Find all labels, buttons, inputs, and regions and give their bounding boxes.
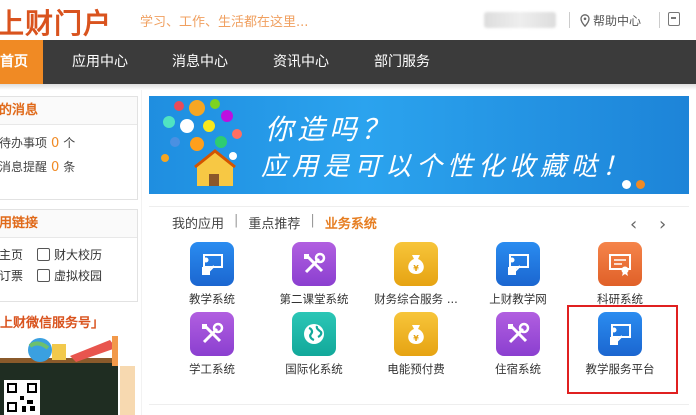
- wechat-title: 上财微信服务号」: [0, 316, 105, 331]
- nav-department-services[interactable]: 部门服务: [374, 40, 430, 84]
- link-tickets-label: 订票: [0, 269, 24, 283]
- tab-my-apps[interactable]: 我的应用: [172, 213, 224, 232]
- link-virtual-campus[interactable]: 虚拟校园: [37, 267, 127, 284]
- bottom-divider: [149, 404, 689, 405]
- link-home-label: 主页: [0, 248, 24, 262]
- calendar-icon: [37, 248, 50, 261]
- highlight-box: [567, 305, 678, 394]
- todo-count[interactable]: 0: [51, 136, 59, 151]
- teacher-board-icon[interactable]: [190, 242, 234, 286]
- my-messages-panel: 的消息 待办事项 0 个 消息提醒 0 条: [0, 96, 138, 200]
- app-label[interactable]: 上财教学网: [468, 291, 568, 307]
- app-tile[interactable]: 教学系统: [162, 242, 262, 307]
- promo-banner[interactable]: 你造吗？ 应用是可以个性化收藏哒！: [149, 96, 689, 194]
- app-tile[interactable]: 上财教学网: [468, 242, 568, 307]
- app-cluster-icon: [161, 99, 242, 186]
- column-divider: [141, 90, 142, 415]
- links-title: 用链接: [0, 210, 137, 238]
- document-icon[interactable]: [668, 12, 680, 26]
- location-pin-icon: [580, 14, 590, 27]
- header-divider: [569, 12, 570, 28]
- tools-icon[interactable]: [292, 242, 336, 286]
- chevron-right-icon[interactable]: ›: [659, 214, 666, 235]
- svg-text:¥: ¥: [413, 334, 419, 343]
- main-nav: 首页 应用中心 消息中心 资讯中心 部门服务: [0, 40, 696, 84]
- portal-logo[interactable]: 上财门户: [0, 2, 112, 42]
- nav-shadow: [0, 84, 696, 90]
- todo-label: 待办事项: [0, 136, 48, 150]
- tab-separator: |: [310, 213, 315, 228]
- app-tile[interactable]: 国际化系统: [264, 312, 364, 377]
- help-center-label: 帮助中心: [593, 14, 642, 28]
- help-center-link[interactable]: 帮助中心: [580, 12, 641, 29]
- app-tile[interactable]: 科研系统: [570, 242, 670, 307]
- globe-icon[interactable]: [292, 312, 336, 356]
- money-bag-icon[interactable]: ¥: [394, 312, 438, 356]
- app-label[interactable]: 教学系统: [162, 291, 262, 307]
- app-label[interactable]: 电能预付费: [366, 361, 466, 377]
- banner-headline: 你造吗？: [265, 113, 394, 146]
- tabs-divider: [149, 206, 689, 207]
- nav-news-center[interactable]: 资讯中心: [273, 40, 329, 84]
- tools-icon[interactable]: [496, 312, 540, 356]
- svg-text:¥: ¥: [413, 264, 419, 273]
- slogan: 学习、工作、生活都在这里...: [140, 15, 309, 30]
- money-bag-icon[interactable]: ¥: [394, 242, 438, 286]
- nav-message-center[interactable]: 消息中心: [172, 40, 228, 84]
- header-divider: [659, 12, 660, 28]
- todo-unit: 个: [63, 136, 76, 150]
- app-label[interactable]: 住宿系统: [468, 361, 568, 377]
- app-label[interactable]: 学工系统: [162, 361, 262, 377]
- link-calendar-label: 财大校历: [54, 248, 103, 262]
- app-tile[interactable]: 学工系统: [162, 312, 262, 377]
- common-links-panel: 用链接 主页 财大校历 订票 虚拟校园: [0, 209, 138, 302]
- user-name-blurred[interactable]: [484, 12, 556, 28]
- link-tickets[interactable]: 订票: [0, 267, 37, 284]
- reminder-label: 消息提醒: [0, 160, 48, 174]
- app-tabs: 我的应用 | 重点推荐 | 业务系统: [172, 213, 377, 232]
- nav-app-center[interactable]: 应用中心: [72, 40, 128, 84]
- tab-business-systems[interactable]: 业务系统: [325, 213, 377, 232]
- messages-title: 的消息: [0, 97, 137, 125]
- tools-icon[interactable]: [190, 312, 234, 356]
- app-label[interactable]: 财务综合服务 ...: [366, 291, 466, 307]
- carousel-dot[interactable]: [622, 180, 631, 189]
- app-label[interactable]: 第二课堂系统: [264, 291, 364, 307]
- certificate-icon[interactable]: [598, 242, 642, 286]
- tab-recommended[interactable]: 重点推荐: [248, 213, 300, 232]
- banner-subheadline: 应用是可以个性化收藏哒！: [261, 152, 634, 182]
- links-grid: 主页 财大校历 订票 虚拟校园: [0, 238, 137, 284]
- teacher-board-icon[interactable]: [496, 242, 540, 286]
- app-tile[interactable]: 第二课堂系统: [264, 242, 364, 307]
- wechat-qr-illustration[interactable]: [0, 336, 135, 415]
- app-tile[interactable]: ¥ 电能预付费: [366, 312, 466, 377]
- app-tile[interactable]: 住宿系统: [468, 312, 568, 377]
- app-tile[interactable]: ¥ 财务综合服务 ...: [366, 242, 466, 307]
- monitor-icon: [37, 269, 50, 282]
- top-header: 上财门户 学习、工作、生活都在这里... 帮助中心: [0, 0, 696, 40]
- link-calendar[interactable]: 财大校历: [37, 246, 127, 263]
- reminder-count[interactable]: 0: [51, 160, 59, 175]
- chevron-left-icon[interactable]: ‹: [630, 214, 637, 235]
- link-home[interactable]: 主页: [0, 246, 37, 263]
- reminder-row[interactable]: 消息提醒 0 条: [0, 155, 137, 179]
- app-label[interactable]: 国际化系统: [264, 361, 364, 377]
- carousel-dot-active[interactable]: [636, 180, 645, 189]
- todo-row[interactable]: 待办事项 0 个: [0, 131, 137, 155]
- link-virtual-campus-label: 虚拟校园: [54, 269, 103, 283]
- tab-separator: |: [234, 213, 239, 228]
- reminder-unit: 条: [63, 160, 76, 174]
- nav-home[interactable]: 首页: [0, 40, 43, 84]
